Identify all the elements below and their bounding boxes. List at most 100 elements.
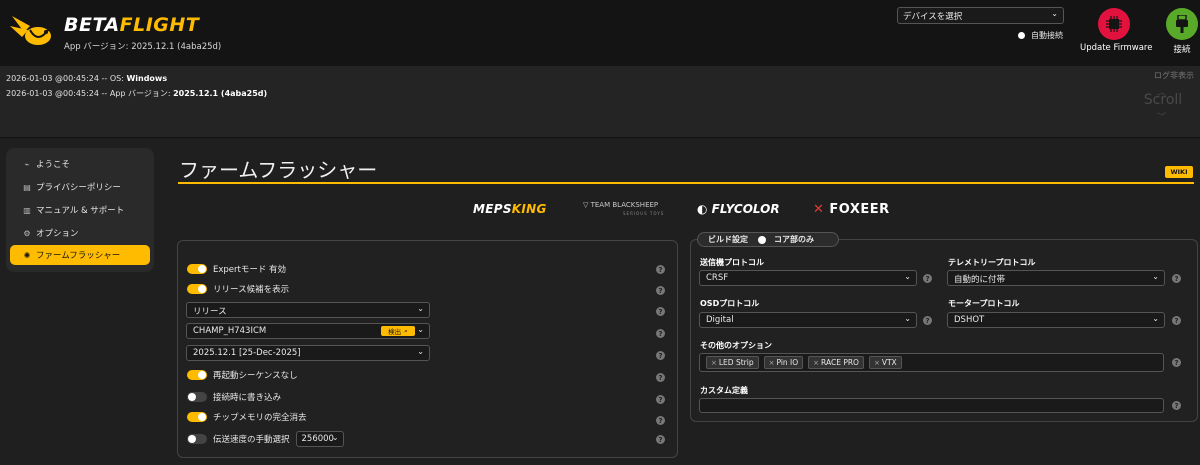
expert-mode-toggle[interactable]: [187, 264, 207, 274]
help-icon[interactable]: ?: [1172, 401, 1181, 410]
flash-on-connect-row: 接続時に書き込み: [187, 391, 281, 403]
flash-on-connect-toggle[interactable]: [187, 392, 207, 402]
help-icon[interactable]: ?: [1172, 358, 1181, 367]
motor-protocol-select[interactable]: DSHOT ⌄: [947, 312, 1165, 328]
core-only-toggle[interactable]: [758, 235, 766, 244]
radio-protocol-select[interactable]: CRSF ⌄: [699, 270, 917, 286]
connect-circle[interactable]: [1166, 8, 1198, 40]
manual-baud-label: 伝送速度の手動選択: [213, 435, 290, 445]
blacksheep-head-icon: ▽: [583, 201, 591, 209]
other-options-input[interactable]: × LED Strip × Pin IO × RACE PRO × VTX: [699, 353, 1164, 372]
custom-defines-input[interactable]: [699, 398, 1164, 413]
chevron-down-icon: ⌄: [904, 272, 911, 281]
firmware-version-select[interactable]: 2025.12.1 [25-Dec-2025] ⌄: [186, 345, 430, 361]
connect-label: 接続: [1173, 45, 1191, 55]
sidebar-item-welcome[interactable]: ⌁ ようこそ: [10, 154, 150, 174]
detect-button[interactable]: 検出 ⌕: [381, 326, 415, 336]
logo-text: BETAFLIGHT: [64, 14, 200, 36]
book-icon: ▥: [23, 205, 31, 215]
build-config-panel: [690, 239, 1198, 422]
auto-connect-label: 自動接続: [1031, 31, 1063, 40]
board-select[interactable]: CHAMP_H743ICM 検出 ⌕ ⌄: [186, 323, 430, 339]
option-chip[interactable]: × RACE PRO: [808, 356, 864, 369]
baud-rate-select[interactable]: 256000 ⌄: [295, 431, 344, 447]
help-icon[interactable]: ?: [656, 307, 665, 316]
help-icon[interactable]: ?: [1172, 316, 1181, 325]
show-release-candidates-toggle[interactable]: [187, 284, 207, 294]
sidebar-item-firmware-flasher[interactable]: ✺ ファームフラッシャー: [10, 245, 150, 265]
core-only-label: コア部のみ: [774, 235, 814, 244]
update-firmware-button[interactable]: Update Firmware: [1080, 8, 1153, 53]
no-reboot-toggle[interactable]: [187, 370, 207, 380]
help-icon[interactable]: ?: [923, 316, 932, 325]
sidebar: ⌁ ようこそ ▤ プライバシーポリシー ▥ マニュアル & サポート ⚙ オプシ…: [6, 148, 154, 272]
hide-log-link[interactable]: ログ非表示: [1154, 70, 1194, 81]
motor-protocol-label: モータープロトコル: [948, 299, 1020, 308]
search-icon: ⌕: [404, 326, 408, 335]
build-config-tab: ビルド設定 コア部のみ: [697, 232, 839, 247]
remove-icon[interactable]: ×: [711, 359, 717, 367]
scroll-down-icon: ﹀: [1157, 113, 1167, 123]
document-icon: ▤: [23, 182, 31, 192]
osd-protocol-label: OSDプロトコル: [700, 299, 760, 308]
full-chip-erase-label: チップメモリの完全消去: [213, 413, 307, 423]
remove-icon[interactable]: ×: [769, 359, 775, 367]
app-version: App バージョン: 2025.12.1 (4aba25d): [64, 42, 222, 52]
help-icon[interactable]: ?: [923, 274, 932, 283]
help-icon[interactable]: ?: [656, 286, 665, 295]
update-firmware-label: Update Firmware: [1080, 43, 1153, 53]
telemetry-protocol-select[interactable]: 自動的に付帯 ⌄: [947, 270, 1165, 286]
wiki-button[interactable]: WIKI: [1165, 166, 1193, 178]
help-icon[interactable]: ?: [656, 373, 665, 382]
mepsking-logo: MEPSKING: [473, 202, 547, 216]
manual-baud-toggle[interactable]: [187, 434, 207, 444]
help-icon[interactable]: ?: [656, 416, 665, 425]
chevron-down-icon: ⌄: [1152, 272, 1159, 281]
port-select[interactable]: デバイスを選択 ⌄: [897, 7, 1064, 24]
flash-options-panel: Expertモード 有効 ? リリース候補を表示 ? リリース ⌄ ? CHAMP…: [177, 240, 678, 458]
help-icon[interactable]: ?: [1172, 274, 1181, 283]
betaflight-logo: BETAFLIGHT App バージョン: 2025.12.1 (4aba25d…: [8, 8, 221, 52]
auto-connect-toggle[interactable]: 自動接続: [1018, 30, 1063, 41]
no-reboot-row: 再起動シーケンスなし: [187, 369, 298, 381]
help-icon[interactable]: ?: [656, 265, 665, 274]
foxeer-x-icon: ✕: [813, 202, 830, 217]
sidebar-item-label: マニュアル & サポート: [36, 206, 125, 216]
connect-button[interactable]: 接続: [1160, 8, 1200, 55]
remove-icon[interactable]: ×: [874, 359, 880, 367]
flash-icon: ✺: [23, 250, 31, 260]
sidebar-item-options[interactable]: ⚙ オプション: [10, 223, 150, 243]
show-rc-row: リリース候補を表示: [187, 283, 289, 295]
flash-on-connect-label: 接続時に書き込み: [213, 393, 282, 403]
full-chip-erase-toggle[interactable]: [187, 412, 207, 422]
sidebar-item-label: ファームフラッシャー: [36, 251, 121, 261]
plug-icon: ⌁: [24, 159, 30, 169]
chip-icon: [1106, 16, 1122, 32]
remove-icon[interactable]: ×: [813, 359, 819, 367]
auto-connect-switch[interactable]: [1018, 32, 1025, 39]
flycolor-logo: ◐ FLYCOLOR: [697, 202, 780, 216]
osd-protocol-select[interactable]: Digital ⌄: [699, 312, 917, 328]
option-chip[interactable]: × Pin IO: [763, 356, 804, 369]
log-line: 2026-01-03 @00:45:24 -- OS: Windows: [6, 74, 168, 83]
gear-icon: ⚙: [23, 228, 31, 238]
option-chip[interactable]: × LED Strip: [706, 356, 759, 369]
help-icon[interactable]: ?: [656, 329, 665, 338]
manual-baud-row: 伝送速度の手動選択 256000 ⌄: [187, 431, 344, 447]
sidebar-item-manual[interactable]: ▥ マニュアル & サポート: [10, 200, 150, 220]
full-chip-erase-row: チップメモリの完全消去: [187, 411, 307, 423]
scroll-label: Scroll: [1143, 92, 1183, 108]
help-icon[interactable]: ?: [656, 351, 665, 360]
other-options-label: その他のオプション: [700, 341, 772, 350]
top-header: BETAFLIGHT App バージョン: 2025.12.1 (4aba25d…: [0, 0, 1200, 66]
chevron-down-icon: ⌄: [331, 433, 339, 442]
chevron-down-icon: ⌄: [1051, 9, 1058, 18]
sidebar-item-privacy[interactable]: ▤ プライバシーポリシー: [10, 177, 150, 197]
telemetry-protocol-label: テレメトリープロトコル: [948, 258, 1036, 267]
update-firmware-circle[interactable]: [1098, 8, 1130, 40]
option-chip[interactable]: × VTX: [868, 356, 902, 369]
help-icon[interactable]: ?: [656, 395, 665, 404]
release-type-select[interactable]: リリース ⌄: [186, 302, 430, 318]
help-icon[interactable]: ?: [656, 435, 665, 444]
log-line: 2026-01-03 @00:45:24 -- App バージョン: 2025.…: [6, 89, 268, 98]
